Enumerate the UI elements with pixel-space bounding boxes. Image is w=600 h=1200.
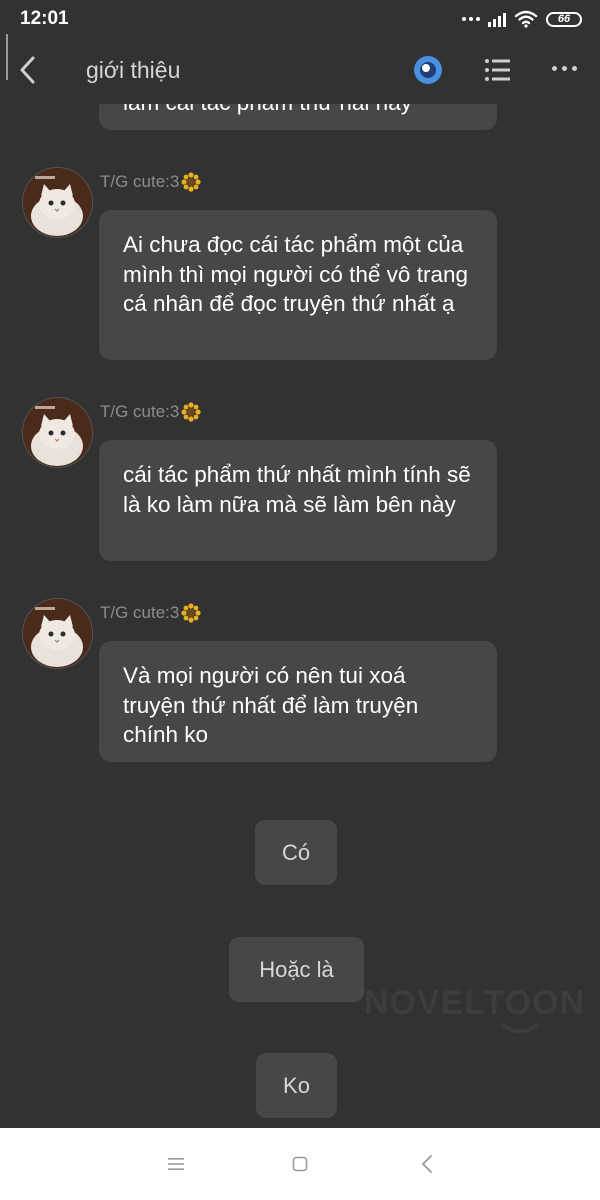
battery-level: 66 — [557, 13, 571, 25]
menu-icon[interactable] — [166, 1156, 186, 1172]
sender-label: T/G cute:3 — [100, 172, 180, 191]
notification-dots-icon — [462, 17, 480, 21]
sender-name: T/G cute:3 — [100, 402, 201, 422]
chat-screen: 12:01 66 giới thiệu T/G cute:3 Ai chưa đ… — [0, 0, 600, 1200]
battery-icon: 66 — [546, 11, 582, 27]
chevron-left-icon[interactable] — [14, 52, 40, 88]
avatar[interactable] — [23, 398, 92, 467]
message-bubble: Ai chưa đọc cái tác phẩm một của mình th… — [99, 210, 497, 360]
chat-area[interactable]: làm cái tác phẩm thứ hai này T/G cute:3 — [0, 104, 600, 1128]
signal-icon — [488, 11, 506, 27]
choice-button[interactable]: Có — [255, 820, 337, 885]
cat-avatar — [23, 398, 92, 467]
message-bubble: Và mọi người có nên tui xoá truyện thứ n… — [99, 641, 497, 762]
sender-label: T/G cute:3 — [100, 402, 180, 421]
choice-button[interactable]: Hoặc là — [229, 937, 364, 1002]
message-bubble: làm cái tác phẩm thứ hai này — [99, 104, 497, 130]
watermark-smile-icon — [501, 1023, 539, 1034]
cat-avatar — [23, 599, 92, 668]
watermark: NOVELTOON — [364, 984, 586, 1022]
sender-name: T/G cute:3 — [100, 603, 201, 623]
avatar[interactable] — [23, 599, 92, 668]
status-icons: 66 — [462, 10, 582, 28]
cat-avatar — [23, 168, 92, 237]
wifi-icon — [514, 10, 538, 28]
list-icon[interactable] — [484, 56, 512, 84]
status-bar: 12:01 66 — [0, 0, 600, 40]
status-time: 12:01 — [20, 8, 69, 29]
more-icon[interactable] — [552, 66, 580, 74]
header-bar: giới thiệu — [0, 40, 600, 104]
system-nav-bar — [0, 1128, 600, 1200]
page-title: giới thiệu — [86, 57, 181, 83]
back-triangle-icon[interactable] — [420, 1154, 434, 1174]
sender-label: T/G cute:3 — [100, 603, 180, 622]
sunflower-icon — [181, 172, 201, 192]
edge-indicator — [6, 34, 8, 80]
choice-button[interactable]: Ko — [256, 1053, 337, 1118]
message-bubble: cái tác phẩm thứ nhất mình tính sẽ là ko… — [99, 440, 497, 561]
sender-name: T/G cute:3 — [100, 172, 201, 192]
avatar[interactable] — [23, 168, 92, 237]
sunflower-icon — [181, 603, 201, 623]
sunflower-icon — [181, 402, 201, 422]
eye-icon[interactable] — [413, 55, 443, 85]
home-icon[interactable] — [292, 1156, 308, 1172]
